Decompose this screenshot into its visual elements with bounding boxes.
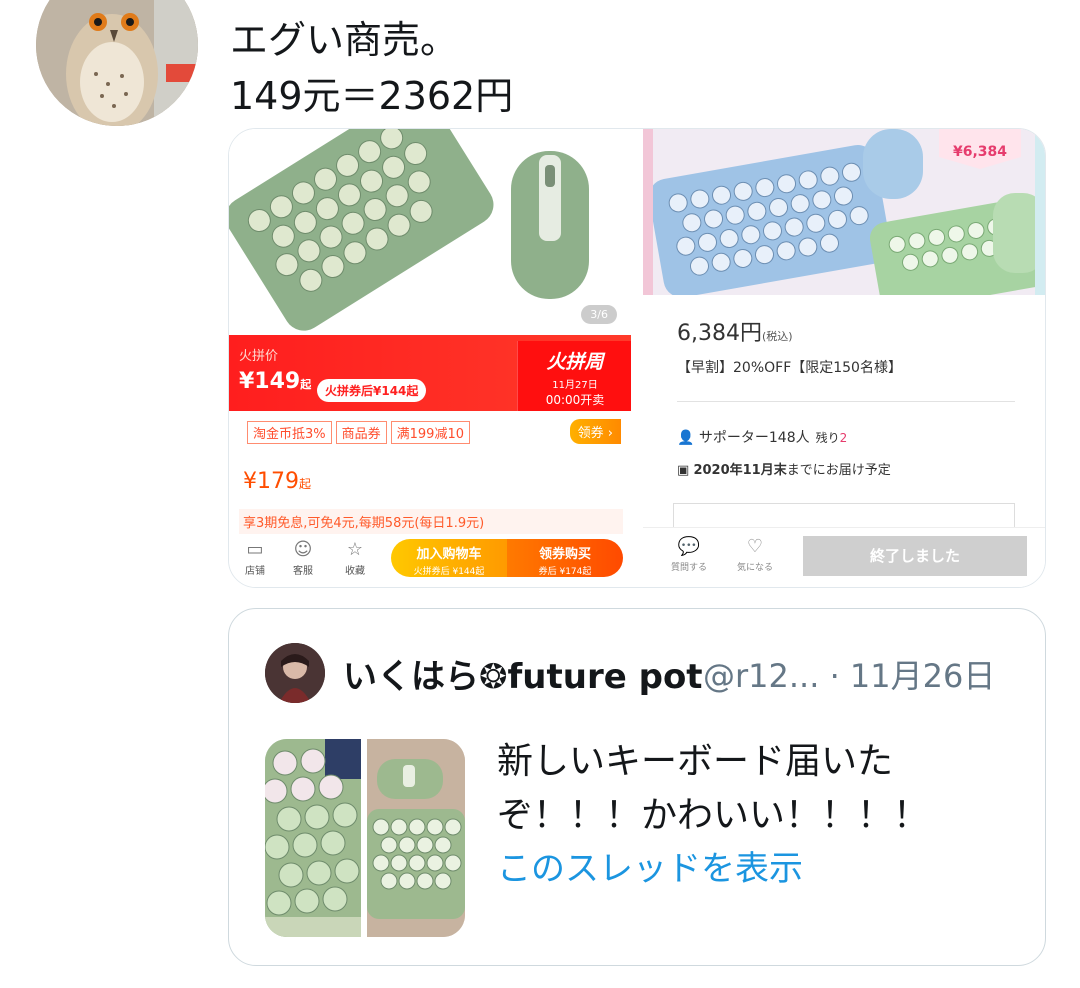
regular-price: ¥179起 [243,469,312,494]
add-to-cart-button: 加入购物车 火拼券后 ¥144起 [391,539,507,577]
flash-week-box: 火拼周 11月27日 00:00开卖 [517,341,631,411]
package-icon: ▣ [677,463,690,478]
tag-voucher: 商品券 [335,421,387,444]
promo-tags: 淘金币抵3% 商品券 满199减10 [247,421,474,444]
early-bird-info: 【早割】20%OFF【限定150名様】 [677,360,902,376]
supporter-count: 👤 サポーター148人 残り2 [677,430,848,446]
page-indicator: 3/6 [581,305,617,324]
service-icon: ☺ 客服 [293,539,313,578]
person-icon: 👤 [677,430,695,446]
makuake-action-bar: 💬 質問する ♡ 気になる 終了しました [643,527,1045,587]
keyboards-product-photo: ¥6,384 [643,129,1045,312]
claim-coupon-button: 领券 › [569,419,621,444]
ended-button: 終了しました [803,536,1027,576]
quote-text: 新しいキーボード届いたぞ！！！かわいい！！！！ [497,741,930,836]
quote-handle-date: @r12... · 11月26日 [703,657,996,695]
quote-image-keyboard-mouse[interactable] [367,739,465,937]
question-icon: 💬 質問する [670,536,707,574]
media-image-taobao[interactable]: 3/6 火拼价 ¥149起 火拼券后¥144起 火拼周 11月27日 00:00… [229,129,631,587]
quote-author-name: いくはら❂future pot [343,657,703,697]
week-time: 00:00开卖 [545,393,605,407]
tweet-line-1: エグい商売。 [230,18,459,62]
media-grid: 3/6 火拼价 ¥149起 火拼券后¥144起 火拼周 11月27日 00:00… [228,128,1046,588]
media-image-makuake[interactable]: ¥6,384 6,384円(税込) 【早割】20%OFF【限定150名様】 👤 … [643,129,1045,587]
shop-icon: ▭ 店铺 [245,539,265,578]
quote-image-keyboard-closeup[interactable] [265,739,361,937]
author-avatar[interactable] [36,0,198,126]
flash-price: ¥149起 [239,369,312,394]
quote-author-avatar [265,643,325,703]
show-thread-link[interactable]: このスレッドを表示 [497,841,803,890]
keyboard-product-photo: 3/6 [229,129,631,335]
flash-label: 火拼价 [239,349,279,364]
tweet-line-2: 149元＝2362円 [230,74,514,118]
tag-coins: 淘金币抵3% [247,421,332,444]
installment-info: 享3期免息,可免4元,每期58元(每日1.9元) [239,509,623,534]
divider [677,401,1015,402]
tweet-body: エグい商売。 149元＝2362円 [230,0,1030,124]
makuake-price: 6,384円(税込) [677,321,793,346]
quote-tweet[interactable]: いくはら❂future pot @r12... · 11月26日 新しいキーボー… [228,608,1046,966]
heart-icon: ♡ 気になる [736,536,773,574]
favorite-star-icon: ☆ 收藏 [345,539,365,578]
delivery-info: ▣ 2020年11月末までにお届け予定 [677,463,891,478]
flash-coupon: 火拼券后¥144起 [317,379,427,402]
week-title: 火拼周 [546,351,604,373]
buy-button: 领券购买 券后 ¥174起 [507,539,623,577]
taobao-action-bar: ▭ 店铺 ☺ 客服 ☆ 收藏 加入购物车 火拼券后 ¥144起 领券购买 券后 ¥174起 [229,537,631,587]
tag-discount: 满199减10 [390,421,470,444]
flash-sale-banner: 火拼价 ¥149起 火拼券后¥144起 火拼周 11月27日 00:00开卖 [229,335,631,411]
week-date: 11月27日 [552,380,598,391]
